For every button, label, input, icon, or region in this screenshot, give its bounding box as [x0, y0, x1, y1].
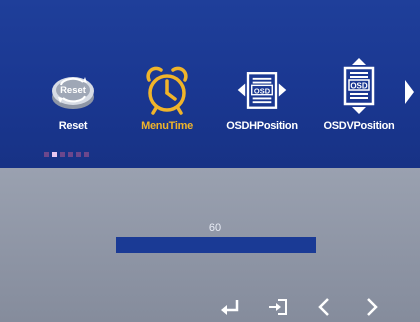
- slider-value: 60: [208, 222, 222, 234]
- left-arrow-icon: [318, 298, 329, 316]
- osd-v-badge-text: OSD: [350, 82, 368, 91]
- menu-item-menu-time[interactable]: MenuTime: [122, 64, 212, 144]
- enter-icon: [221, 300, 239, 315]
- menu-item-reset[interactable]: Reset Reset: [28, 64, 118, 144]
- page-dot: [68, 152, 73, 157]
- menu-item-label-osd-h-position: OSDHPosition: [226, 120, 298, 132]
- osd-menu-panel: Reset Reset MenuTime OSD OSDHPosition OS…: [0, 0, 420, 168]
- menu-item-osd-v-position[interactable]: OSD OSDVPosition: [314, 58, 404, 144]
- right-button[interactable]: [362, 296, 382, 318]
- scroll-right-arrow-icon[interactable]: [405, 80, 414, 104]
- osd-screen: Reset Reset MenuTime OSD OSDHPosition OS…: [0, 0, 420, 322]
- menu-item-osd-h-position[interactable]: OSD OSDHPosition: [217, 64, 307, 144]
- reset-icon: Reset: [45, 64, 101, 116]
- reset-badge-text: Reset: [60, 85, 87, 96]
- menu-item-label-reset: Reset: [58, 120, 88, 132]
- menu-item-label-osd-v-position: OSDVPosition: [323, 120, 395, 132]
- enter-button[interactable]: [218, 296, 242, 318]
- exit-icon: [269, 299, 287, 315]
- right-arrow-icon: [367, 298, 378, 316]
- page-dot: [44, 152, 49, 157]
- menu-time-slider[interactable]: [116, 237, 316, 253]
- osd-vertical-position-icon: OSD: [331, 58, 387, 116]
- osd-horizontal-position-icon: OSD: [234, 64, 290, 116]
- page-dot: [84, 152, 89, 157]
- page-indicator: [44, 152, 89, 157]
- osd-h-badge-text: OSD: [254, 86, 271, 95]
- page-dot: [76, 152, 81, 157]
- page-dot-active: [52, 152, 57, 157]
- alarm-clock-icon: [139, 64, 195, 116]
- slider-fill: [116, 237, 316, 253]
- menu-item-label-menu-time: MenuTime: [141, 120, 193, 132]
- left-button[interactable]: [314, 296, 334, 318]
- page-dot: [60, 152, 65, 157]
- exit-button[interactable]: [266, 296, 290, 318]
